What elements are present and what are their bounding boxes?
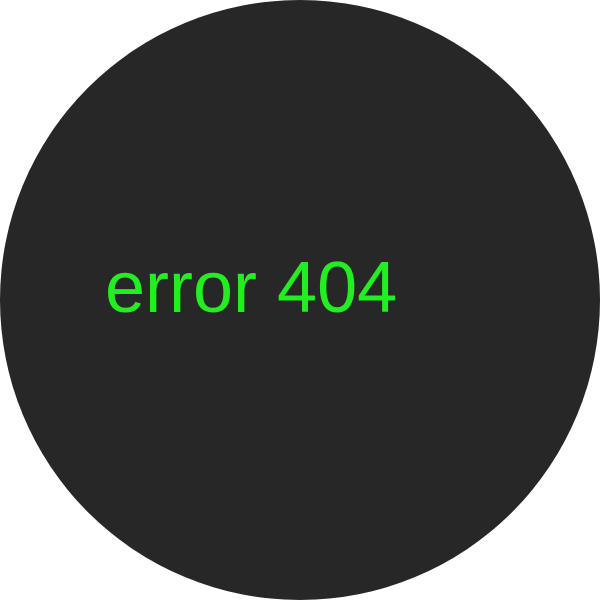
error-message: error 404 [105, 248, 398, 328]
round-screen: error 404 [0, 0, 600, 600]
